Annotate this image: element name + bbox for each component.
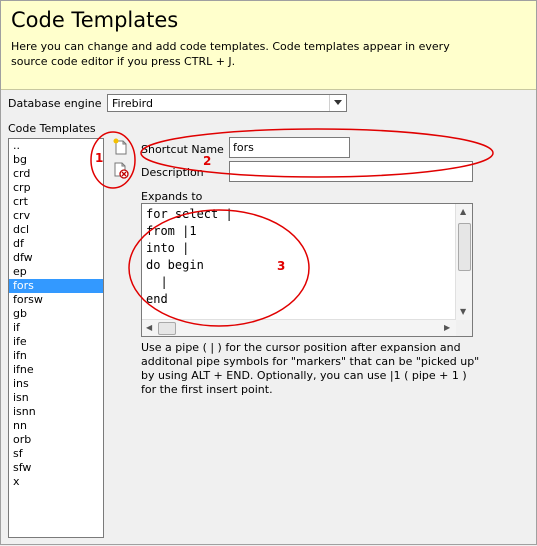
delete-document-icon[interactable] xyxy=(112,161,130,179)
description-label: Description xyxy=(141,166,204,179)
list-item[interactable]: dfw xyxy=(9,251,103,265)
list-item[interactable]: bg xyxy=(9,153,103,167)
vertical-scrollbar[interactable]: ▲ ▼ xyxy=(455,204,472,320)
annotation-label-1: 1 xyxy=(95,151,104,165)
list-item[interactable]: gb xyxy=(9,307,103,321)
list-item[interactable]: if xyxy=(9,321,103,335)
list-item[interactable]: fors xyxy=(9,279,103,293)
list-item[interactable]: ife xyxy=(9,335,103,349)
list-item[interactable]: isnn xyxy=(9,405,103,419)
list-item[interactable]: df xyxy=(9,237,103,251)
list-item[interactable]: x xyxy=(9,475,103,489)
list-item[interactable]: crv xyxy=(9,209,103,223)
list-item[interactable]: ifne xyxy=(9,363,103,377)
list-item[interactable]: crt xyxy=(9,195,103,209)
list-item[interactable]: crp xyxy=(9,181,103,195)
page-description: Here you can change and add code templat… xyxy=(11,40,450,68)
new-document-icon[interactable] xyxy=(112,138,130,156)
vertical-scroll-thumb[interactable] xyxy=(458,223,471,271)
engine-select-value: Firebird xyxy=(112,97,153,110)
scroll-up-icon[interactable]: ▲ xyxy=(460,208,466,216)
expands-to-editor[interactable]: for select | from |1 into | do begin | e… xyxy=(141,203,473,337)
templates-list[interactable]: .. bg crd crp crt crv dcl df dfw ep fors forsw gb if i… xyxy=(8,138,104,538)
scroll-corner xyxy=(456,320,472,336)
engine-select[interactable]: Firebird xyxy=(107,94,347,112)
page-title: Code Templates xyxy=(11,8,179,32)
pipe-hint-text: Use a pipe ( | ) for the cursor position… xyxy=(141,341,480,396)
list-item[interactable]: ins xyxy=(9,377,103,391)
scroll-right-icon[interactable]: ▶ xyxy=(444,324,450,332)
annotation-label-3: 3 xyxy=(277,259,286,273)
horizontal-scroll-thumb[interactable] xyxy=(158,322,176,335)
list-item[interactable]: sf xyxy=(9,447,103,461)
list-item[interactable]: orb xyxy=(9,433,103,447)
shortcut-name-input[interactable]: fors xyxy=(229,137,350,158)
scroll-down-icon[interactable]: ▼ xyxy=(460,308,466,316)
header-panel: Code Templates Here you can change and a… xyxy=(1,1,536,90)
list-item[interactable]: crd xyxy=(9,167,103,181)
engine-label: Database engine xyxy=(8,97,102,110)
list-item[interactable]: forsw xyxy=(9,293,103,307)
list-item[interactable]: isn xyxy=(9,391,103,405)
list-item[interactable]: dcl xyxy=(9,223,103,237)
annotation-label-2: 2 xyxy=(203,154,212,168)
templates-label: Code Templates xyxy=(8,122,96,135)
horizontal-scrollbar[interactable]: ◀ ▶ xyxy=(142,319,456,336)
shortcut-name-value: fors xyxy=(233,141,254,154)
code-templates-window: Code Templates Here you can change and a… xyxy=(0,0,537,545)
list-item[interactable]: .. xyxy=(9,139,103,153)
expands-to-label: Expands to xyxy=(141,190,203,203)
list-item[interactable]: sfw xyxy=(9,461,103,475)
scroll-left-icon[interactable]: ◀ xyxy=(146,324,152,332)
description-input[interactable] xyxy=(229,161,473,182)
list-item[interactable]: nn xyxy=(9,419,103,433)
list-item[interactable]: ep xyxy=(9,265,103,279)
shortcut-name-label: Shortcut Name xyxy=(141,143,224,156)
chevron-down-icon[interactable] xyxy=(329,95,346,111)
code-text: for select | from |1 into | do begin | e… xyxy=(146,207,233,306)
list-item[interactable]: ifn xyxy=(9,349,103,363)
